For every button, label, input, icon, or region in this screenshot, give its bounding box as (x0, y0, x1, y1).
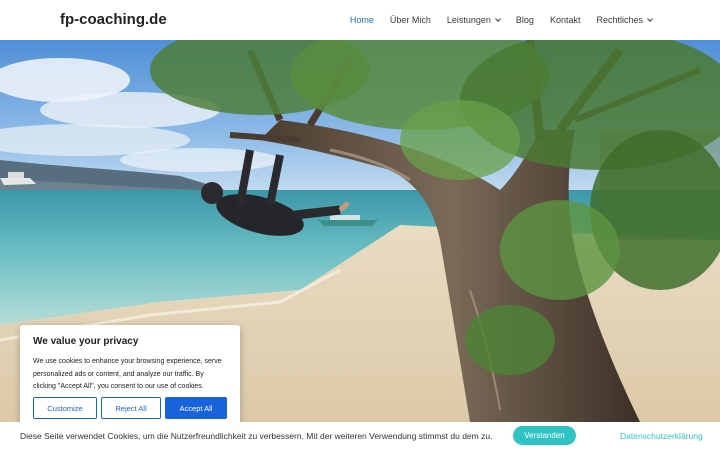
privacy-policy-link[interactable]: Datenschutzerklärung (620, 431, 703, 441)
nav-item-rechtliches[interactable]: Rechtliches (596, 15, 653, 25)
nav-label: Blog (515, 15, 534, 25)
customize-button[interactable]: Customize (33, 397, 97, 419)
cookie-consent-dialog: We value your privacy We use cookies to … (20, 325, 240, 428)
cookie-buttons: Customize Reject All Accept All (33, 397, 227, 419)
nav-label: Rechtliches (596, 15, 643, 25)
verstanden-button[interactable]: Verstanden (513, 426, 576, 445)
chevron-down-icon (495, 15, 501, 22)
nav-item-blog[interactable]: Blog (516, 15, 534, 25)
nav-label: Kontakt (549, 15, 581, 25)
cookie-notice-text: Diese Seite verwendet Cookies, um die Nu… (20, 431, 493, 441)
cookie-description: We use cookies to enhance your browsing … (33, 358, 222, 390)
chevron-down-icon (647, 15, 653, 22)
site-header: fp-coaching.de Home Über Mich Leistungen… (0, 0, 720, 40)
nav-label: Home (349, 15, 374, 25)
accept-all-button[interactable]: Accept All (165, 397, 227, 419)
nav-item-kontakt[interactable]: Kontakt (550, 15, 581, 25)
reject-all-button[interactable]: Reject All (101, 397, 161, 419)
cookie-title: We value your privacy (33, 336, 139, 347)
cookie-notice-bar: Diese Seite verwendet Cookies, um die Nu… (0, 422, 720, 450)
nav-item-leistungen[interactable]: Leistungen (446, 15, 501, 25)
nav-label: Über Mich (389, 15, 431, 25)
site-logo[interactable]: fp-coaching.de (60, 11, 167, 28)
nav-item-ueber-mich[interactable]: Über Mich (390, 15, 431, 25)
nav-item-home[interactable]: Home (350, 15, 374, 25)
nav-label: Leistungen (446, 15, 491, 25)
main-nav: Home Über Mich Leistungen Blog Kontakt R… (334, 0, 653, 40)
